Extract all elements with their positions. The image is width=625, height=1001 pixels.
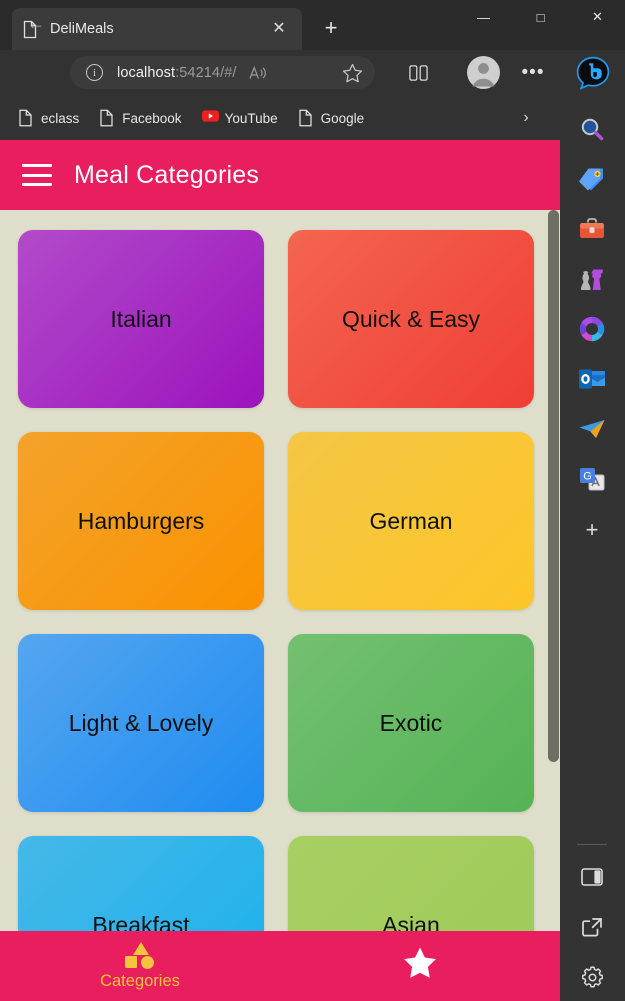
close-icon[interactable]: ✕ bbox=[266, 16, 292, 42]
category-label: Light & Lovely bbox=[68, 709, 214, 736]
open-external-icon[interactable] bbox=[571, 906, 613, 948]
category-label: Quick & Easy bbox=[341, 305, 481, 332]
category-tile[interactable]: German bbox=[288, 432, 534, 610]
category-tile[interactable]: Hamburgers bbox=[18, 432, 264, 610]
bookmark-label: YouTube bbox=[224, 110, 278, 126]
youtube-icon bbox=[201, 109, 219, 127]
star-outline-icon[interactable] bbox=[337, 58, 367, 88]
category-tile[interactable]: Light & Lovely bbox=[18, 634, 264, 812]
page-scrollbar[interactable] bbox=[547, 210, 560, 942]
page-icon bbox=[298, 109, 313, 127]
star-icon bbox=[403, 946, 437, 978]
bookmark-eclass[interactable]: eclass bbox=[10, 104, 87, 132]
close-window-button[interactable]: ✕ bbox=[574, 0, 621, 34]
bookmark-label: Facebook bbox=[122, 110, 182, 126]
split-screen-icon[interactable] bbox=[403, 58, 433, 88]
bookmark-youtube[interactable]: YouTube bbox=[194, 104, 286, 132]
new-tab-button[interactable]: + bbox=[315, 13, 347, 43]
categories-icon bbox=[122, 942, 158, 969]
tab-title: DeliMeals bbox=[50, 21, 114, 37]
page-title: Meal Categories bbox=[74, 160, 260, 189]
browser-tab[interactable]: DeliMeals ✕ bbox=[12, 8, 302, 50]
bookmark-label: eclass bbox=[41, 110, 80, 126]
categories-grid: Italian Quick & Easy Hamburgers German L… bbox=[0, 210, 548, 1001]
category-label: Hamburgers bbox=[77, 507, 205, 534]
bing-copilot-icon[interactable] bbox=[576, 56, 610, 90]
tools-briefcase-icon[interactable] bbox=[571, 208, 613, 250]
read-aloud-icon[interactable] bbox=[248, 65, 267, 80]
nav-label: Categories bbox=[100, 972, 180, 990]
profile-avatar-icon[interactable] bbox=[467, 56, 500, 89]
games-icon[interactable] bbox=[571, 258, 613, 300]
url-host: localhost bbox=[117, 64, 176, 81]
svg-text:G: G bbox=[583, 471, 592, 483]
page-icon bbox=[99, 109, 114, 127]
category-label: Exotic bbox=[379, 709, 443, 736]
category-label: Italian bbox=[110, 305, 172, 332]
microsoft-365-icon[interactable] bbox=[571, 308, 613, 350]
hamburger-menu-icon[interactable] bbox=[22, 164, 52, 186]
telegram-icon[interactable] bbox=[571, 408, 613, 450]
site-info-icon[interactable]: i bbox=[86, 64, 103, 81]
bookmark-facebook[interactable]: Facebook bbox=[91, 104, 189, 132]
outlook-icon[interactable] bbox=[571, 358, 613, 400]
page-icon bbox=[18, 109, 33, 127]
bottom-navigation: Categories bbox=[0, 931, 560, 1001]
url-text: localhost:54214/#/ bbox=[117, 65, 237, 81]
nav-item-categories[interactable]: Categories bbox=[0, 931, 280, 1001]
edge-sidebar: G + bbox=[560, 96, 625, 1001]
bookmark-google[interactable]: Google bbox=[290, 104, 373, 132]
category-tile[interactable]: Exotic bbox=[288, 634, 534, 812]
search-icon[interactable] bbox=[571, 108, 613, 150]
scrollbar-thumb[interactable] bbox=[548, 210, 559, 762]
bookmarks-overflow-button[interactable]: › bbox=[512, 105, 540, 131]
page-viewport: Meal Categories Italian Quick & Easy Ham… bbox=[0, 140, 560, 1001]
bookmark-label: Google bbox=[320, 110, 365, 126]
address-bar[interactable]: i localhost:54214/#/ bbox=[70, 56, 375, 89]
category-label: German bbox=[369, 507, 453, 534]
settings-gear-icon[interactable] bbox=[571, 956, 613, 998]
url-path: :54214/#/ bbox=[175, 64, 237, 81]
categories-scroll-area[interactable]: Italian Quick & Easy Hamburgers German L… bbox=[0, 210, 560, 1001]
tab-strip: DeliMeals ✕ + — □ ✕ bbox=[0, 0, 625, 50]
category-tile[interactable]: Quick & Easy bbox=[288, 230, 534, 408]
back-button[interactable]: ← bbox=[20, 8, 52, 38]
more-options-button[interactable]: ••• bbox=[518, 58, 548, 88]
browser-window: DeliMeals ✕ + — □ ✕ ← i localhost:54214/… bbox=[0, 0, 625, 1001]
maximize-button[interactable]: □ bbox=[517, 0, 564, 34]
split-pane-icon[interactable] bbox=[571, 856, 613, 898]
bookmarks-bar: eclass Facebook YouTube Google bbox=[0, 99, 560, 137]
category-tile[interactable]: Italian bbox=[18, 230, 264, 408]
minimize-button[interactable]: — bbox=[460, 0, 507, 34]
sidebar-divider bbox=[577, 844, 607, 845]
app-bar: Meal Categories bbox=[0, 140, 560, 210]
shopping-tag-icon[interactable] bbox=[571, 158, 613, 200]
add-sidebar-app-button[interactable]: + bbox=[571, 509, 613, 551]
google-translate-icon[interactable]: G bbox=[571, 458, 613, 500]
nav-item-favorites[interactable] bbox=[280, 931, 560, 1001]
